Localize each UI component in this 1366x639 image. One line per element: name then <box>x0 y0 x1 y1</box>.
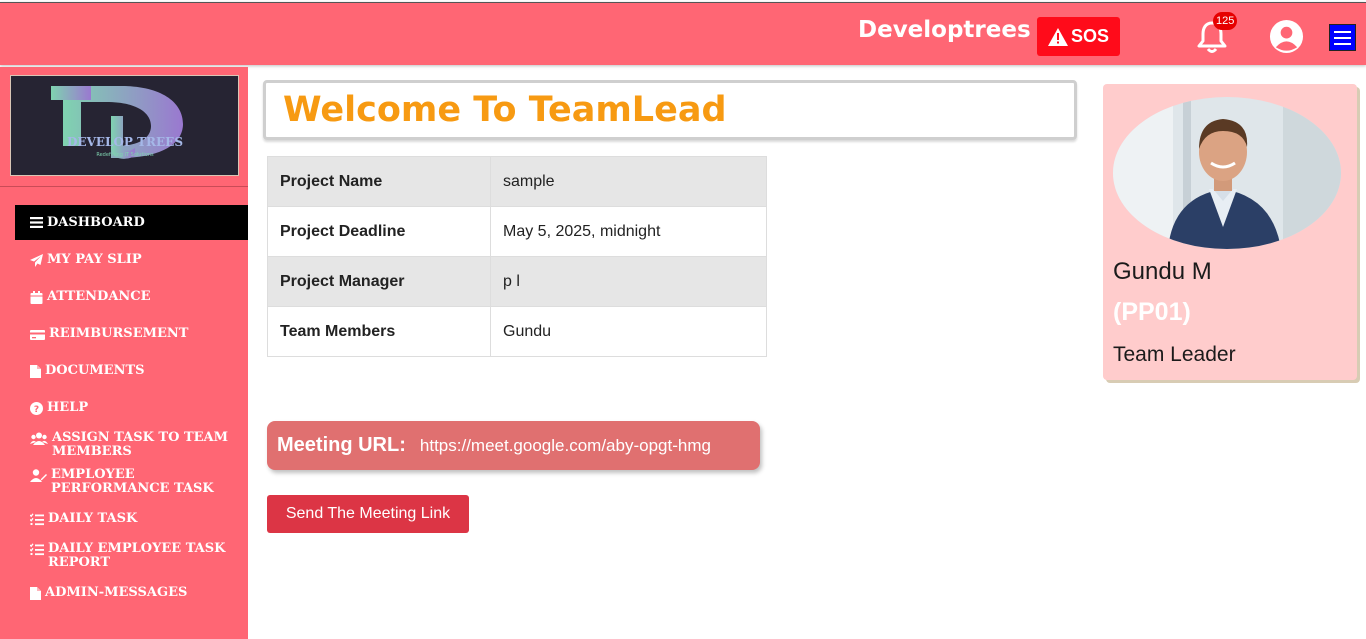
file-icon <box>30 365 41 378</box>
sidebar-item-my-pay-slip[interactable]: MY PAY SLIP <box>15 253 248 267</box>
sidebar-item-documents[interactable]: DOCUMENTS <box>15 364 248 378</box>
warning-icon <box>1047 27 1068 46</box>
profile-name: Gundu M <box>1113 258 1212 285</box>
sidebar-item-reimbursement[interactable]: REIMBURSEMENT <box>15 327 248 341</box>
row-key: Team Members <box>267 306 491 357</box>
sidebar-item-label: DAILY TASK <box>48 511 138 526</box>
user-edit-icon <box>30 469 47 482</box>
top-navbar: Developtrees SOS 125 <box>0 2 1366 65</box>
sidebar-item-label: EMPLOYEE PERFORMANCE TASK <box>51 467 214 496</box>
meeting-url-box: Meeting URL: https://meet.google.com/aby… <box>267 421 760 470</box>
row-key: Project Name <box>267 156 491 207</box>
users-icon <box>30 432 48 445</box>
avatar <box>1113 97 1341 249</box>
question-circle-icon: ? <box>30 402 43 415</box>
table-row: Team Members Gundu <box>267 306 767 357</box>
logo-tagline: Redefining IT Solutions <box>96 152 154 158</box>
sidebar-item-employee-performance[interactable]: EMPLOYEE PERFORMANCE TASK <box>15 468 248 496</box>
notification-badge: 125 <box>1213 12 1238 30</box>
meeting-url-link[interactable]: https://meet.google.com/aby-opgt-hmg <box>420 436 711 456</box>
sidebar-item-label: HELP <box>47 400 89 415</box>
sidebar-item-attendance[interactable]: ATTENDANCE <box>15 290 248 304</box>
sidebar-item-daily-employee-task-report[interactable]: DAILY EMPLOYEE TASK REPORT <box>15 542 248 570</box>
company-logo[interactable]: DEVELOP TREES Redefining IT Solutions <box>10 75 239 176</box>
sidebar-item-dashboard[interactable]: DASHBOARD <box>15 205 248 240</box>
sidebar-item-daily-task[interactable]: DAILY TASK <box>15 512 248 526</box>
sidebar-item-label: ASSIGN TASK TO TEAM MEMBERS <box>52 430 229 459</box>
sidebar-item-admin-messages[interactable]: ADMIN-MESSAGES <box>15 586 248 600</box>
project-info-table: Project Name sample Project Deadline May… <box>267 156 767 357</box>
welcome-banner: Welcome To TeamLead <box>263 80 1077 140</box>
sidebar-item-label: ATTENDANCE <box>47 289 151 304</box>
send-meeting-link-button[interactable]: Send The Meeting Link <box>267 495 469 533</box>
bars-icon <box>30 217 43 228</box>
sidebar-item-label: ADMIN-MESSAGES <box>45 585 188 600</box>
sidebar-item-label: DOCUMENTS <box>45 363 145 378</box>
sos-label: SOS <box>1070 26 1109 46</box>
logo-text: DEVELOP TREES <box>67 135 183 149</box>
table-row: Project Name sample <box>267 156 767 207</box>
profile-card: Gundu M (PP01) Team Leader <box>1103 84 1357 380</box>
sidebar-divider <box>0 186 248 187</box>
sidebar-item-label: DAILY EMPLOYEE TASK REPORT <box>48 541 226 570</box>
page-title: Welcome To TeamLead <box>283 90 727 130</box>
calendar-icon <box>30 291 43 304</box>
file-icon <box>30 587 41 600</box>
meeting-url-label: Meeting URL: <box>277 434 406 456</box>
sidebar-item-assign-task[interactable]: ASSIGN TASK TO TEAM MEMBERS <box>15 431 248 459</box>
sidebar-item-label: MY PAY SLIP <box>47 252 142 267</box>
tasks-icon <box>30 543 44 556</box>
profile-role: Team Leader <box>1113 343 1236 366</box>
sidebar-item-label: REIMBURSEMENT <box>49 326 189 341</box>
row-key: Project Deadline <box>267 206 491 257</box>
hamburger-menu-button[interactable] <box>1329 24 1356 51</box>
svg-text:?: ? <box>34 405 39 415</box>
sos-button[interactable]: SOS <box>1037 17 1120 56</box>
table-row: Project Deadline May 5, 2025, midnight <box>267 206 767 257</box>
sidebar-item-help[interactable]: ? HELP <box>15 401 248 415</box>
row-value: May 5, 2025, midnight <box>490 206 767 257</box>
table-row: Project Manager p l <box>267 256 767 307</box>
credit-card-icon <box>30 330 45 340</box>
sidebar-item-label: DASHBOARD <box>47 214 145 230</box>
row-key: Project Manager <box>267 256 491 307</box>
row-value: p l <box>490 256 767 307</box>
paper-plane-icon <box>30 254 43 267</box>
user-circle-icon[interactable] <box>1269 19 1304 54</box>
brand-name[interactable]: Developtrees <box>858 17 1031 43</box>
sidebar: DEVELOP TREES Redefining IT Solutions DA… <box>0 67 248 639</box>
profile-code: (PP01) <box>1113 298 1191 326</box>
tasks-icon <box>30 513 44 526</box>
row-value: sample <box>490 156 767 207</box>
row-value: Gundu <box>490 306 767 357</box>
